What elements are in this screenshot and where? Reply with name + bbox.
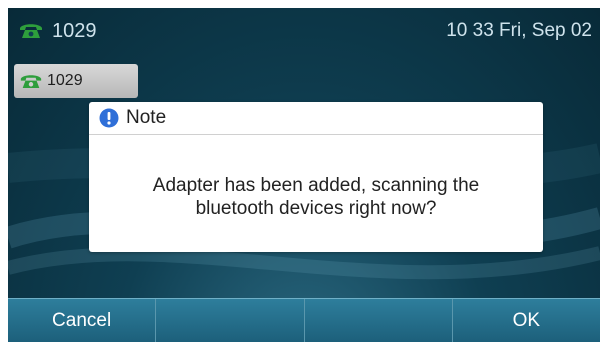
status-account-number: 1029 [52,19,97,42]
line-key-label: 1029 [47,72,83,89]
status-datetime: 10 33 Fri, Sep 02 [446,20,592,41]
dialog-message: Adapter has been added, scanning the blu… [89,174,543,220]
dialog-message-line-1: Adapter has been added, scanning the [152,175,480,196]
dialog-header: Note [89,102,543,135]
info-icon [99,108,119,128]
dialog-message-line-2: bluetooth devices right now? [195,198,437,219]
dialog-title: Note [126,107,167,128]
status-account: 1029 [8,20,97,43]
status-bar: 1029 10 33 Fri, Sep 02 [8,8,600,54]
ok-softkey[interactable]: OK [453,299,600,342]
cancel-softkey[interactable]: Cancel [8,299,157,342]
line-key-1029[interactable]: 1029 [14,64,138,98]
phone-screen: 1029 10 33 Fri, Sep 02 1029 Note Adapter… [8,8,600,342]
phone-handset-icon [18,72,44,90]
phone-handset-icon [18,22,44,40]
softkey-bar: Cancel OK [8,298,600,342]
softkey-2[interactable] [156,299,305,342]
softkey-3[interactable] [305,299,453,342]
note-dialog: Note Adapter has been added, scanning th… [89,102,543,252]
